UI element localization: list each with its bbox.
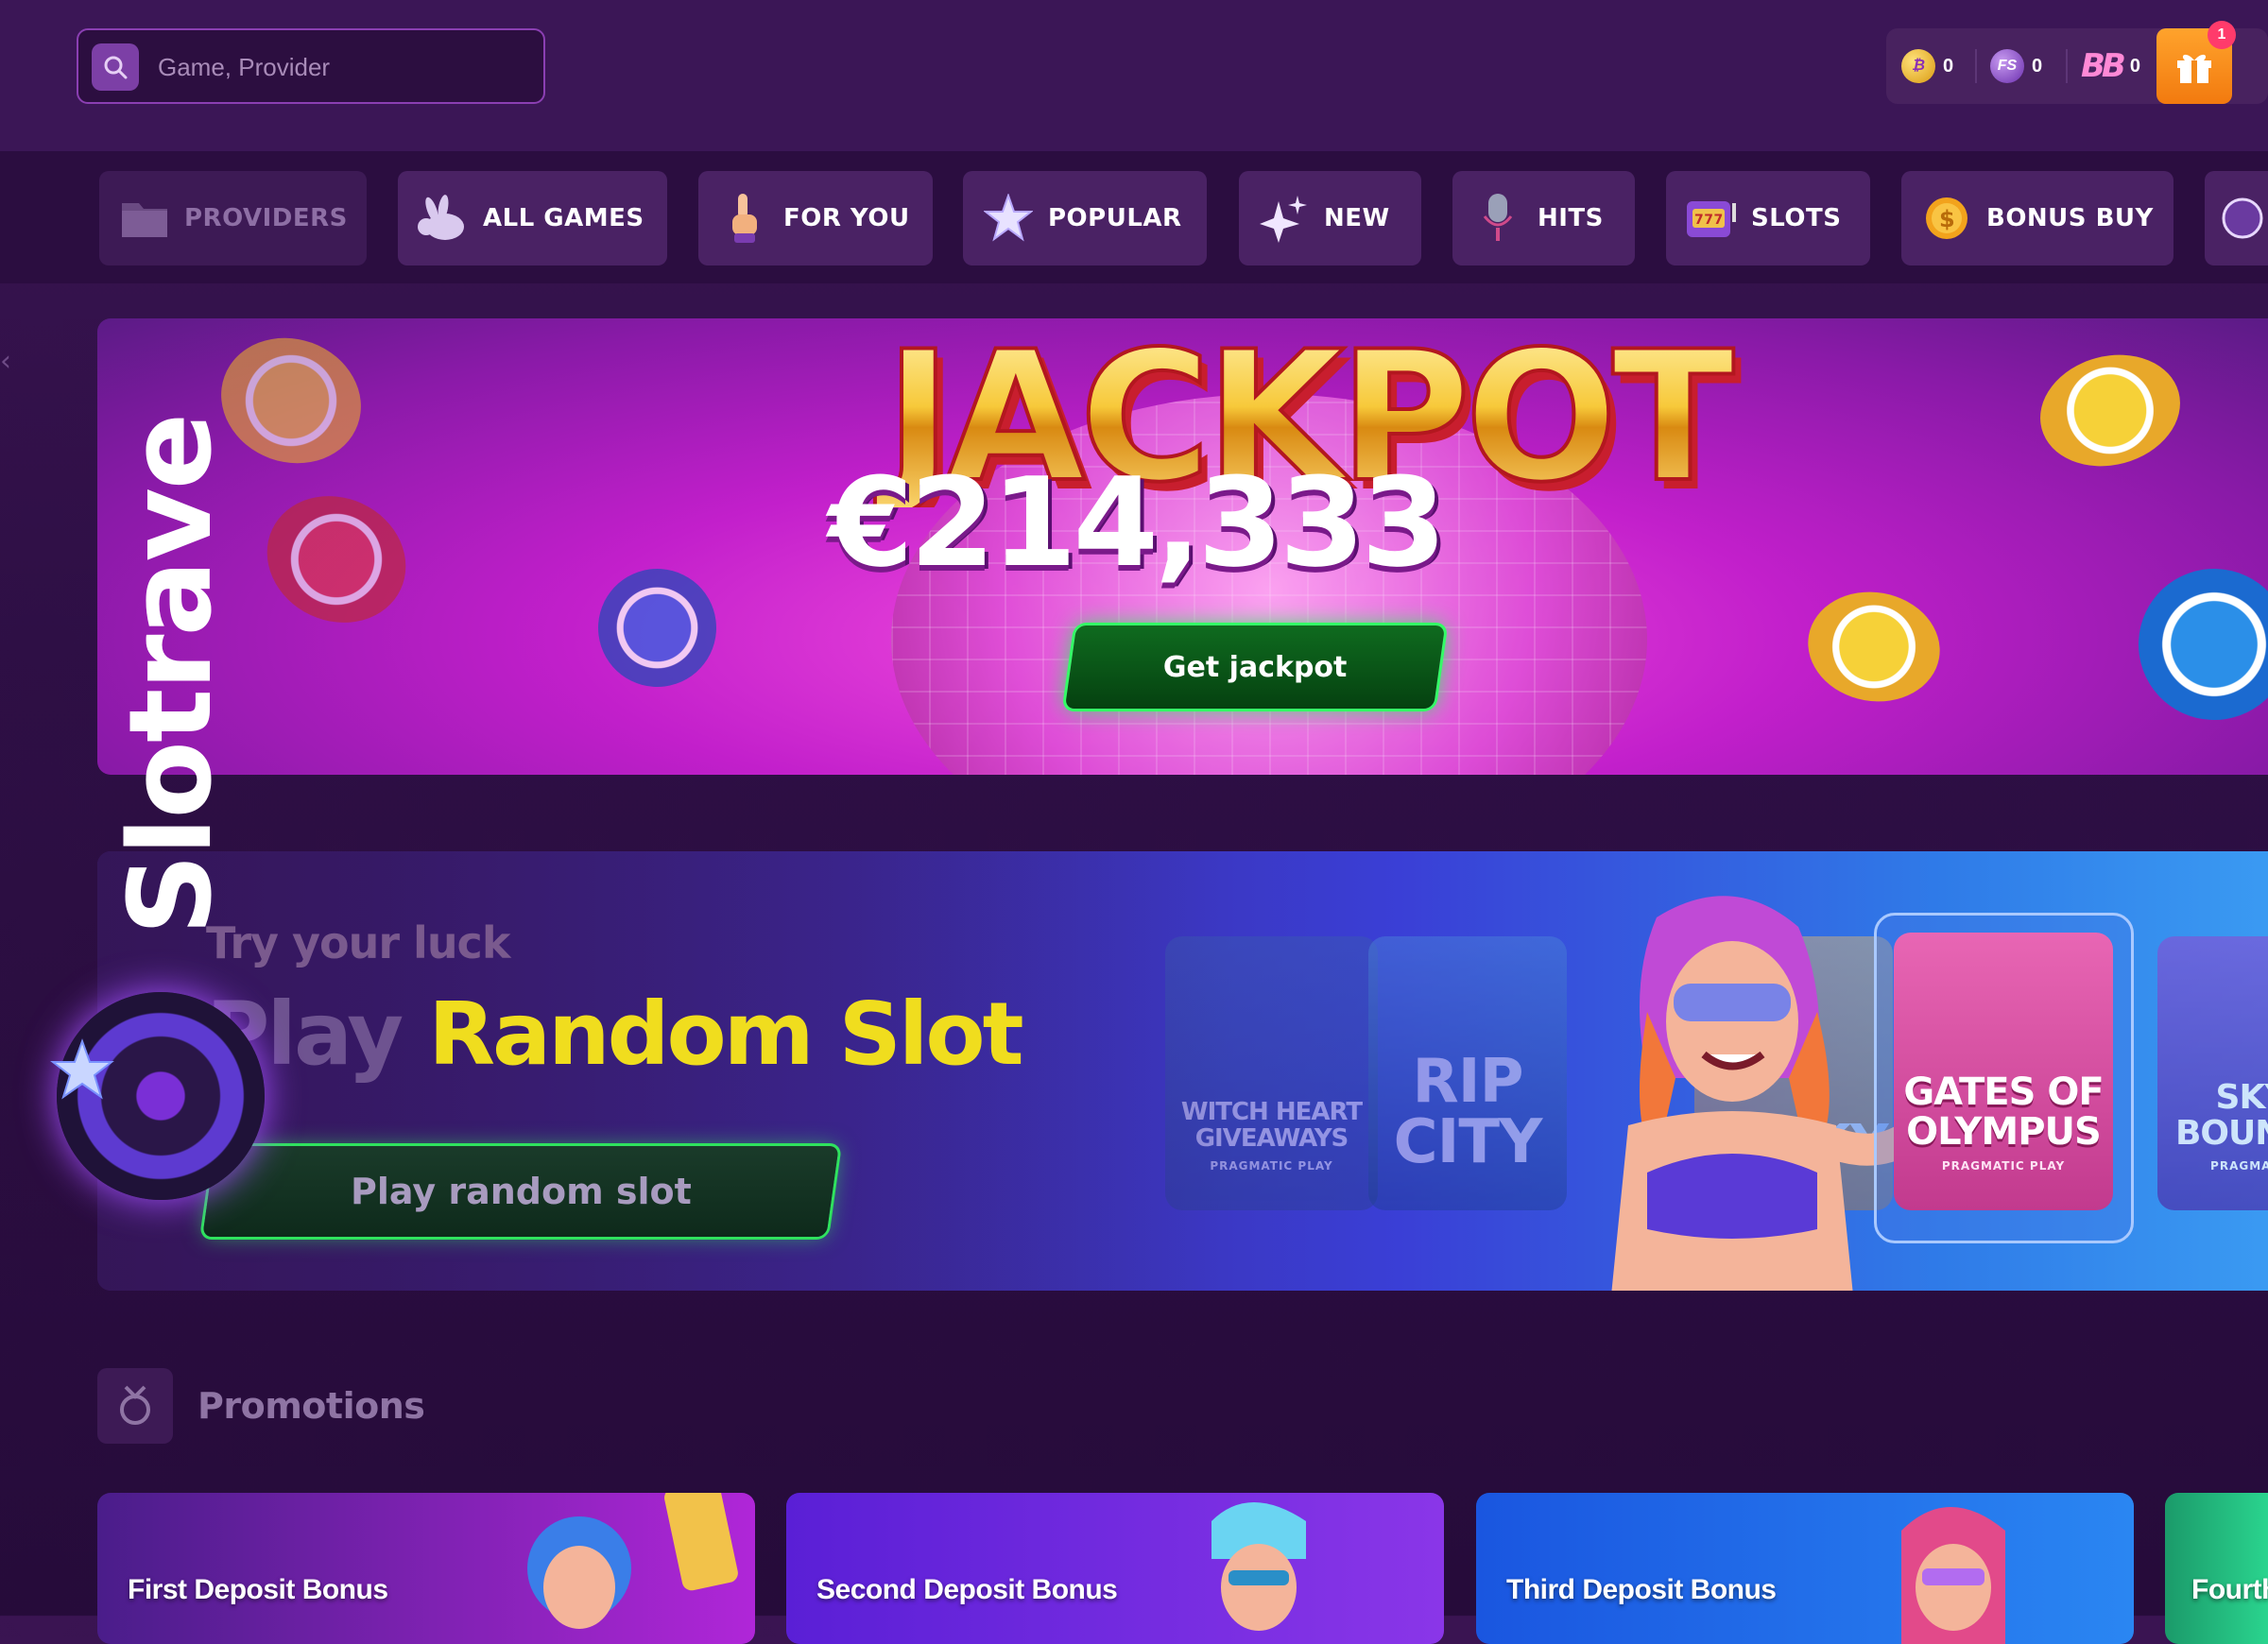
folder-icon bbox=[118, 192, 171, 245]
rabbit-icon bbox=[417, 192, 470, 245]
top-bar: ₿ 0 FS 0 BB 0 1 bbox=[0, 0, 2268, 151]
bonus-buy-value: 0 bbox=[2129, 55, 2140, 77]
promo-card-second-deposit[interactable]: Second Deposit Bonus bbox=[786, 1493, 1444, 1644]
sparkle-icon bbox=[1258, 192, 1311, 245]
jackpot-banner[interactable]: JACKPOT JACKPOT €214,333 Get jackpot bbox=[97, 318, 2268, 775]
promotions-title: Promotions bbox=[198, 1385, 425, 1427]
medal-icon bbox=[97, 1368, 173, 1444]
star-icon bbox=[982, 192, 1035, 245]
poker-chip-image bbox=[1799, 581, 1949, 712]
gift-icon bbox=[2177, 54, 2211, 83]
free-spins-value: 0 bbox=[2032, 55, 2043, 77]
search-box[interactable] bbox=[77, 28, 545, 104]
game-card-sky-bounty[interactable]: SKY BOUNTY PRAGMATIC bbox=[2157, 936, 2268, 1210]
category-hits[interactable]: HITS bbox=[1452, 171, 1635, 265]
brand-logo[interactable]: Slotrave bbox=[106, 415, 237, 935]
coins-balance[interactable]: ₿ 0 bbox=[1901, 45, 1953, 87]
slot-machine-icon: 777 bbox=[1685, 192, 1738, 245]
svg-text:$: $ bbox=[1939, 206, 1955, 232]
promo-character-image bbox=[527, 1493, 738, 1629]
random-slot-kicker: Try your luck bbox=[206, 917, 510, 968]
fs-icon: FS bbox=[1990, 49, 2024, 83]
notification-badge: 1 bbox=[2208, 21, 2236, 49]
bonus-buy-balance[interactable]: BB 0 bbox=[2081, 45, 2140, 87]
promo-card-third-deposit[interactable]: Third Deposit Bonus bbox=[1476, 1493, 2134, 1644]
category-providers[interactable]: PROVIDERS bbox=[99, 171, 367, 265]
category-nav: ‹ PROVIDERS ALL GAMES FOR YOU POPULAR NE… bbox=[0, 151, 2268, 378]
search-icon[interactable] bbox=[92, 43, 139, 91]
promo-character-image bbox=[1901, 1507, 2005, 1644]
category-drops-wins[interactable] bbox=[2205, 171, 2268, 265]
random-slot-title: Play Random Slot bbox=[206, 984, 1024, 1085]
get-jackpot-button[interactable]: Get jackpot bbox=[1064, 625, 1446, 709]
game-card-gates-of-olympus[interactable]: GATES OF OLYMPUS PRAGMATIC PLAY bbox=[1894, 933, 2113, 1210]
pointing-finger-icon bbox=[717, 192, 770, 245]
scroll-left-icon[interactable]: ‹ bbox=[0, 345, 17, 392]
coins-value: 0 bbox=[1943, 55, 1954, 77]
featured-game-card[interactable]: GATES OF OLYMPUS PRAGMATIC PLAY bbox=[1874, 913, 2134, 1243]
coin-icon: ₿ bbox=[1901, 49, 1935, 83]
free-spins-balance[interactable]: FS 0 bbox=[1990, 45, 2042, 87]
category-slots[interactable]: 777 SLOTS bbox=[1666, 171, 1870, 265]
random-slot-banner[interactable]: WITCH HEART GIVEAWAYS PRAGMATIC PLAY RIP… bbox=[97, 851, 2268, 1291]
category-all-games[interactable]: ALL GAMES bbox=[398, 171, 667, 265]
category-new[interactable]: NEW bbox=[1239, 171, 1421, 265]
promo-card-first-deposit[interactable]: First Deposit Bonus bbox=[97, 1493, 755, 1644]
drops-wins-icon bbox=[2216, 192, 2268, 245]
promo-card-fourth-deposit[interactable]: Fourth bbox=[2165, 1493, 2268, 1644]
category-for-you[interactable]: FOR YOU bbox=[698, 171, 933, 265]
search-input[interactable] bbox=[156, 47, 519, 87]
promotions-header: Promotions bbox=[97, 1368, 425, 1444]
category-bonus-buy[interactable]: $ BONUS BUY bbox=[1901, 171, 2174, 265]
promo-character-image bbox=[1211, 1502, 1306, 1631]
category-popular[interactable]: POPULAR bbox=[963, 171, 1207, 265]
star-icon bbox=[50, 1038, 114, 1100]
jackpot-amount: €214,333 bbox=[828, 451, 1447, 594]
microphone-icon bbox=[1471, 192, 1524, 245]
bb-icon: BB bbox=[2081, 47, 2126, 85]
svg-text:777: 777 bbox=[1694, 213, 1724, 228]
dollar-coin-icon: $ bbox=[1920, 192, 1973, 245]
play-random-slot-button[interactable]: Play random slot bbox=[202, 1146, 839, 1237]
